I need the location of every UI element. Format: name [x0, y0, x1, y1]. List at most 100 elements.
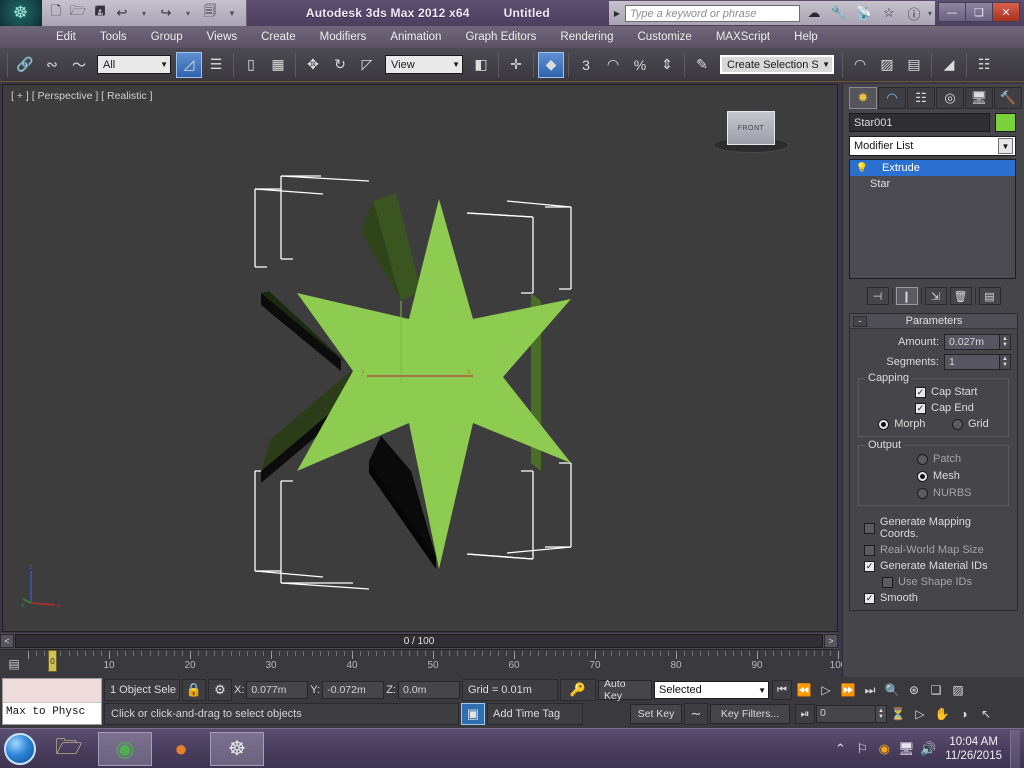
auto-key-button[interactable]: Auto Key: [598, 680, 652, 700]
stack-item-star[interactable]: Star: [850, 176, 1015, 192]
frame-number-spinner[interactable]: ▲▼: [876, 705, 887, 723]
menu-customize[interactable]: Customize: [625, 29, 703, 45]
snap-3d-button[interactable]: 3: [573, 52, 599, 78]
tray-display-button[interactable]: 🖥: [895, 734, 917, 764]
track-bar[interactable]: ▤ 102030405060708090100 0: [0, 649, 838, 677]
curve-editor-button[interactable]: ◢: [936, 52, 962, 78]
select-object-button[interactable]: ◿: [176, 52, 202, 78]
open-mini-curve-editor-button[interactable]: ▤: [3, 653, 25, 675]
time-slider-handle[interactable]: 0: [48, 650, 57, 672]
object-color-swatch[interactable]: [995, 113, 1016, 132]
amount-field[interactable]: 0.027m: [944, 334, 1000, 350]
start-button[interactable]: [0, 730, 40, 768]
real-world-map-size-row[interactable]: Real-World Map Size: [856, 544, 1011, 556]
key-filters-button[interactable]: Key Filters...: [710, 704, 790, 724]
pin-stack-button[interactable]: ⊣: [867, 287, 889, 305]
set-key-button[interactable]: Set Key: [630, 704, 682, 724]
help-dropdown-button[interactable]: ▾: [928, 9, 932, 18]
rectangular-selection-region-button[interactable]: ▯: [238, 52, 264, 78]
view-cube-face[interactable]: FRONT: [727, 111, 775, 145]
minimize-button[interactable]: —: [938, 2, 966, 22]
show-desktop-button[interactable]: [1010, 730, 1020, 768]
z-coordinate[interactable]: Z: 0.0m: [386, 681, 460, 699]
x-coordinate-field[interactable]: 0.077m: [246, 681, 308, 699]
star-object[interactable]: y x: [241, 171, 601, 591]
use-shape-ids-row[interactable]: Use Shape IDs: [856, 576, 1011, 588]
cap-start-checkbox[interactable]: ✓: [915, 387, 926, 398]
taskbar-chrome[interactable]: ◉: [98, 732, 152, 766]
play-animation-button[interactable]: ▷: [815, 679, 837, 701]
menu-rendering[interactable]: Rendering: [548, 29, 625, 45]
generate-mapping-coords-row[interactable]: Generate Mapping Coords.: [856, 516, 1011, 540]
y-coordinate-field[interactable]: -0.072m: [322, 681, 384, 699]
restore-button[interactable]: ❑: [965, 2, 993, 22]
output-patch-radio[interactable]: [917, 454, 928, 465]
segments-field[interactable]: 1: [944, 354, 1000, 370]
modifier-stack[interactable]: 💡 Extrude Star: [849, 159, 1016, 279]
object-name-field[interactable]: Star001: [849, 113, 990, 132]
set-project-folder-button[interactable]: 🗐: [200, 3, 220, 23]
undo-dropdown-button[interactable]: ▾: [134, 3, 154, 23]
chevron-right-icon[interactable]: ▶: [612, 9, 622, 18]
select-and-manipulate-button[interactable]: ✛: [503, 52, 529, 78]
select-and-move-button[interactable]: ✥: [300, 52, 326, 78]
percent-snap-toggle-button[interactable]: %: [627, 52, 653, 78]
bind-to-space-warp-button[interactable]: 〜: [66, 52, 92, 78]
time-configuration-button[interactable]: ⏳: [887, 703, 909, 725]
taskbar-clock[interactable]: 10:04 AM 11/26/2015: [939, 735, 1010, 763]
layer-manager-button[interactable]: ▤: [901, 52, 927, 78]
zoom-button[interactable]: 🔍: [881, 679, 903, 701]
collapse-icon[interactable]: -: [853, 316, 867, 327]
select-and-link-button[interactable]: 🔗: [12, 52, 38, 78]
align-button[interactable]: ▨: [874, 52, 900, 78]
select-and-rotate-button[interactable]: ↻: [327, 52, 353, 78]
maxscript-listener-input[interactable]: [3, 679, 101, 703]
favorites-button[interactable]: ☆: [878, 3, 900, 23]
remove-modifier-button[interactable]: 🗑: [950, 287, 972, 305]
output-nurbs-radio-row[interactable]: NURBS: [917, 487, 1002, 499]
menu-create[interactable]: Create: [249, 29, 308, 45]
grid-radio-row[interactable]: Grid: [952, 418, 989, 430]
reference-coordinate-system-combo[interactable]: View ▼: [385, 55, 463, 74]
isolate-selection-button[interactable]: ▣: [461, 703, 485, 725]
zoom-all-button[interactable]: ⊛: [903, 679, 925, 701]
selection-lock-toggle-button[interactable]: 🔒: [182, 679, 206, 701]
modifier-list-dropdown[interactable]: Modifier List ▼: [849, 136, 1016, 156]
transform-type-in-button[interactable]: ⚙: [208, 679, 232, 701]
go-to-start-button[interactable]: ⏮: [772, 680, 792, 700]
x-coordinate[interactable]: X: 0.077m: [234, 681, 308, 699]
menu-tools[interactable]: Tools: [88, 29, 139, 45]
output-mesh-radio-row[interactable]: Mesh: [917, 470, 1002, 482]
current-frame-display[interactable]: 0 / 100: [15, 634, 823, 648]
window-crossing-button[interactable]: ▦: [265, 52, 291, 78]
add-time-tag-button[interactable]: Add Time Tag: [487, 703, 583, 725]
menu-help[interactable]: Help: [782, 29, 830, 45]
output-patch-radio-row[interactable]: Patch: [917, 453, 1002, 465]
subscription-center-button[interactable]: 📡: [853, 3, 875, 23]
generate-material-ids-row[interactable]: ✓ Generate Material IDs: [856, 560, 1011, 572]
snaps-toggle-button[interactable]: ◆: [538, 52, 564, 78]
perspective-viewport[interactable]: [ + ] [ Perspective ] [ Realistic ] FRON…: [2, 84, 838, 632]
stack-item-extrude[interactable]: 💡 Extrude: [850, 160, 1015, 176]
amount-spinner-buttons[interactable]: ▲▼: [1000, 334, 1011, 350]
select-and-scale-button[interactable]: ◸: [354, 52, 380, 78]
cp-tab-create[interactable]: ✹: [849, 87, 877, 109]
field-of-view-button[interactable]: ▷: [909, 703, 931, 725]
edit-named-selection-sets-button[interactable]: ✎: [689, 52, 715, 78]
menu-graph-editors[interactable]: Graph Editors: [453, 29, 548, 45]
menu-edit[interactable]: Edit: [44, 29, 88, 45]
menu-maxscript[interactable]: MAXScript: [704, 29, 782, 45]
select-by-name-button[interactable]: ☰: [203, 52, 229, 78]
key-filters-curve-icon-button[interactable]: ∼: [684, 703, 708, 725]
cp-tab-hierarchy[interactable]: ☷: [907, 87, 935, 109]
output-nurbs-radio[interactable]: [917, 488, 928, 499]
menu-modifiers[interactable]: Modifiers: [308, 29, 379, 45]
mirror-button[interactable]: ◠: [847, 52, 873, 78]
cap-end-row[interactable]: ✓ Cap End: [865, 402, 1002, 414]
communication-center-button[interactable]: 🔧: [828, 3, 850, 23]
use-shape-ids-checkbox[interactable]: [882, 577, 893, 588]
menu-animation[interactable]: Animation: [378, 29, 453, 45]
menu-group[interactable]: Group: [139, 29, 195, 45]
segments-spinner-buttons[interactable]: ▲▼: [1000, 354, 1011, 370]
help-button[interactable]: ⓘ: [903, 3, 925, 23]
